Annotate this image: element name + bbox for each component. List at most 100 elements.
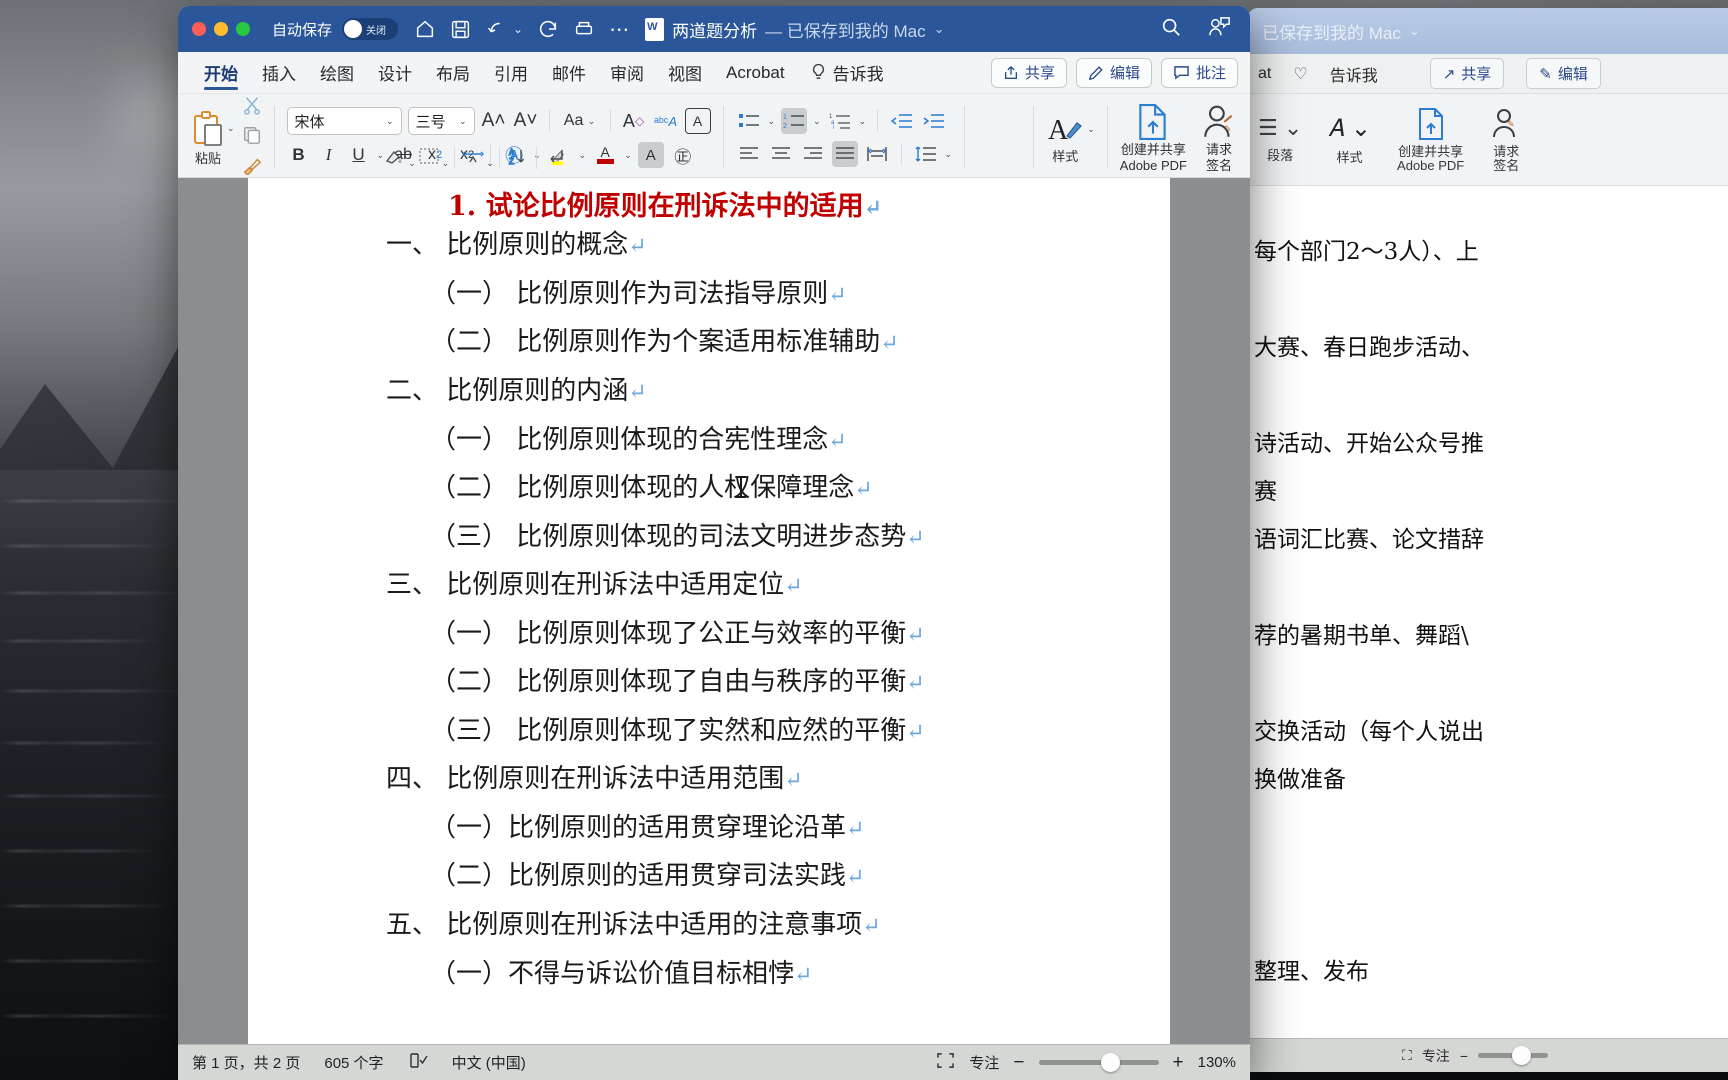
edit-button[interactable]: 编辑 bbox=[1075, 57, 1152, 88]
align-left-icon[interactable] bbox=[736, 141, 762, 167]
numbered-list-icon[interactable]: 12 bbox=[781, 108, 808, 134]
paragraph-lines-icon[interactable]: ☰ ⌄ bbox=[1258, 115, 1302, 141]
bullet-list-dropdown-icon[interactable]: ⌄ bbox=[768, 116, 776, 127]
shading-dropdown-icon[interactable]: ⌄ bbox=[408, 158, 416, 169]
document-canvas[interactable]: 1. 试论比例原则在刑诉法中的适用↵ 一、 比例原则的概念↵ （一） 比例原则作… bbox=[178, 178, 1250, 1044]
request-signature-group[interactable]: ✎ 请求 签名 bbox=[1194, 98, 1244, 177]
numbered-list-dropdown-icon[interactable]: ⌄ bbox=[813, 116, 821, 127]
paragraph-row-1[interactable]: ⌄ 12 ⌄ 1ai ⌄ bbox=[736, 108, 948, 134]
format-painter-icon[interactable] bbox=[242, 155, 262, 180]
tell-me-button[interactable]: 告诉我 bbox=[811, 60, 884, 85]
background-document-body[interactable]: 每个部门2～3人）、上 大赛、春日跑步活动、 诗活动、开始公众号推 赛 语词汇比… bbox=[1248, 186, 1728, 996]
highlight-dropdown-icon[interactable]: ⌄ bbox=[579, 150, 587, 161]
ribbon-right-buttons[interactable]: 共享 编辑 批注 bbox=[990, 57, 1238, 88]
print-icon[interactable] bbox=[573, 18, 595, 40]
justify-icon[interactable] bbox=[831, 141, 858, 167]
zoom-in-button[interactable]: + bbox=[1173, 1052, 1184, 1074]
decrease-indent-icon[interactable] bbox=[889, 108, 915, 134]
spelling-icon[interactable]: ᵃᵇᶜ A bbox=[653, 108, 679, 134]
background-tab-acrobat[interactable]: at bbox=[1258, 65, 1271, 83]
comment-button[interactable]: 批注 bbox=[1160, 57, 1238, 88]
phonetic-dropdown-icon[interactable]: ⌄ bbox=[486, 158, 494, 169]
undo-dropdown-icon[interactable]: ⌄ bbox=[513, 22, 523, 36]
phonetic-guide-icon[interactable] bbox=[460, 143, 486, 169]
paragraph-group[interactable]: ⌄ 12 ⌄ 1ai ⌄ ⌄ bbox=[729, 98, 960, 177]
sort-icon[interactable]: AZ bbox=[505, 143, 531, 169]
paragraph-extra-group[interactable]: ⌄ ⌄ ⌄ AZ bbox=[375, 98, 575, 177]
background-styles-group[interactable]: 𝐴 ⌄ 样式 bbox=[1328, 114, 1371, 166]
background-share-button[interactable]: ↗ 共享 bbox=[1429, 58, 1505, 89]
clipboard-small-buttons[interactable] bbox=[242, 95, 262, 180]
autosave-toggle[interactable]: 关闭 bbox=[342, 18, 399, 40]
enclose-character-icon[interactable]: ㊣ bbox=[670, 142, 696, 168]
styles-icon[interactable]: 𝐴 ⌄ bbox=[1328, 114, 1371, 143]
word-count[interactable]: 605 个字 bbox=[324, 1052, 383, 1073]
titlebar-right-actions[interactable] bbox=[1160, 16, 1232, 43]
paste-button[interactable]: 粘贴 bbox=[191, 110, 225, 166]
quick-access-toolbar[interactable]: ⌄ ⋯ bbox=[414, 17, 631, 42]
bullet-list-icon[interactable] bbox=[736, 108, 762, 134]
tab-references[interactable]: 引用 bbox=[482, 52, 540, 94]
document-title[interactable]: 两道题分析 bbox=[672, 17, 757, 42]
chevron-down-icon[interactable]: ⌄ bbox=[1409, 23, 1420, 39]
font-color-dropdown-icon[interactable]: ⌄ bbox=[624, 150, 632, 161]
font-color-icon[interactable]: A bbox=[592, 142, 618, 168]
paragraph-row-2[interactable]: ⌄ bbox=[736, 141, 952, 167]
background-tab-tellme[interactable]: 告诉我 bbox=[1330, 62, 1378, 86]
search-icon[interactable] bbox=[1160, 16, 1182, 43]
cut-icon[interactable] bbox=[242, 95, 262, 120]
clipboard-group[interactable]: 粘贴 ⌄ bbox=[184, 95, 269, 180]
ribbon-toolbar[interactable]: 粘贴 ⌄ 宋体 ⌄ 三号 ⌄ A˄ A˅ Aa ⌄ A ◇ ᵃᵇᶜ A A B … bbox=[178, 94, 1250, 178]
save-icon[interactable] bbox=[450, 19, 471, 40]
adobe-pdf-group[interactable]: 创建并共享 Adobe PDF bbox=[1113, 98, 1194, 177]
increase-indent-icon[interactable] bbox=[921, 108, 947, 134]
underline-button[interactable]: U bbox=[347, 142, 371, 168]
comments-user-icon[interactable] bbox=[1208, 16, 1232, 43]
tab-layout[interactable]: 布局 bbox=[424, 52, 482, 94]
bold-button[interactable]: B bbox=[287, 142, 311, 168]
align-right-icon[interactable] bbox=[800, 141, 826, 167]
multilevel-list-icon[interactable]: 1ai bbox=[827, 108, 853, 134]
request-signature-button[interactable]: ✎ 请求 签名 bbox=[1201, 103, 1237, 173]
document-title-area[interactable]: 两道题分析 — 已保存到我的 Mac ⌄ bbox=[645, 17, 945, 42]
shading-icon[interactable] bbox=[382, 143, 408, 169]
page-info[interactable]: 第 1 页，共 2 页 bbox=[192, 1052, 300, 1073]
background-window-tabs[interactable]: at ♡ 告诉我 ↗ 共享 ✎ 编辑 bbox=[1248, 54, 1728, 94]
distribute-icon[interactable] bbox=[864, 141, 890, 167]
language-indicator[interactable]: 中文 (中国) bbox=[452, 1052, 526, 1073]
tab-insert[interactable]: 插入 bbox=[250, 52, 308, 94]
italic-button[interactable]: I bbox=[317, 142, 341, 168]
tab-design[interactable]: 设计 bbox=[366, 52, 424, 94]
background-paragraph-group[interactable]: ☰ ⌄ 段落 bbox=[1258, 115, 1302, 164]
paste-dropdown-icon[interactable]: ⌄ bbox=[227, 123, 235, 134]
multilevel-list-dropdown-icon[interactable]: ⌄ bbox=[859, 116, 867, 127]
copy-icon[interactable] bbox=[242, 125, 262, 150]
background-focus-label[interactable]: 专注 bbox=[1422, 1046, 1450, 1066]
tab-acrobat[interactable]: Acrobat bbox=[714, 52, 797, 94]
focus-mode-icon[interactable] bbox=[936, 1052, 955, 1073]
more-icon[interactable]: ⋯ bbox=[609, 17, 631, 42]
document-page[interactable]: 1. 试论比例原则在刑诉法中的适用↵ 一、 比例原则的概念↵ （一） 比例原则作… bbox=[248, 178, 1170, 1044]
background-create-pdf-group[interactable]: 创建并共享 Adobe PDF bbox=[1397, 107, 1464, 173]
create-share-pdf-button[interactable]: 创建并共享 Adobe PDF bbox=[1120, 103, 1187, 173]
redo-icon[interactable] bbox=[537, 18, 559, 40]
tab-mailings[interactable]: 邮件 bbox=[540, 52, 598, 94]
background-status-bar[interactable]: ⛶ 专注 − bbox=[1248, 1038, 1728, 1072]
tab-view[interactable]: 视图 bbox=[656, 52, 714, 94]
zoom-slider-knob[interactable] bbox=[1100, 1053, 1120, 1072]
status-bar[interactable]: 第 1 页，共 2 页 605 个字 中文 (中国) 专注 − + 130% bbox=[178, 1044, 1250, 1080]
align-center-icon[interactable] bbox=[768, 141, 794, 167]
window-controls[interactable] bbox=[192, 22, 250, 36]
background-zoom-out-button[interactable]: − bbox=[1460, 1048, 1468, 1064]
background-edit-button[interactable]: ✎ 编辑 bbox=[1526, 58, 1601, 89]
background-request-sign-group[interactable]: ✎ 请求 签名 bbox=[1490, 107, 1522, 173]
character-shading-button[interactable]: A bbox=[637, 142, 664, 168]
zoom-slider[interactable] bbox=[1038, 1053, 1159, 1072]
background-zoom-slider[interactable] bbox=[1478, 1046, 1548, 1065]
background-window-ribbon[interactable]: ☰ ⌄ 段落 𝐴 ⌄ 样式 创建并共享 Adobe PDF ✎ 请求 签名 bbox=[1248, 94, 1728, 186]
borders-dropdown-icon[interactable]: ⌄ bbox=[442, 158, 450, 169]
status-bar-right[interactable]: 专注 − + 130% bbox=[936, 1052, 1236, 1074]
close-button[interactable] bbox=[192, 22, 206, 36]
zoom-out-button[interactable]: − bbox=[1013, 1052, 1024, 1074]
character-border-icon[interactable]: A bbox=[684, 108, 711, 134]
